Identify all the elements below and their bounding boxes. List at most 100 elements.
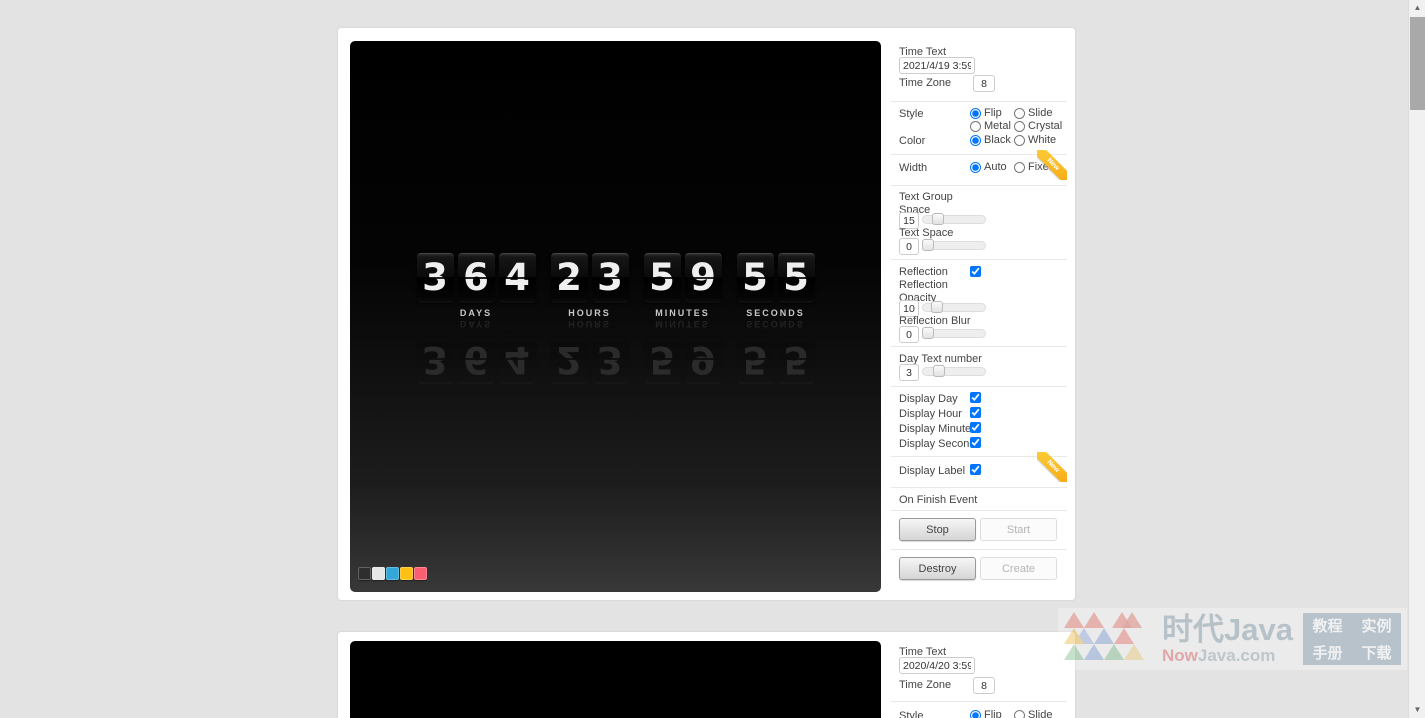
time-text-input[interactable] (899, 657, 975, 674)
text-space-slider[interactable] (922, 239, 986, 251)
style-slide-radio[interactable]: Slide (1014, 107, 1052, 119)
width-auto-radio[interactable]: Auto (970, 161, 1007, 173)
scroll-up-icon[interactable]: ▲ (1409, 0, 1425, 16)
flip-group-hours: 2 3 HOURS (550, 253, 629, 318)
display-second-checkbox[interactable] (970, 437, 981, 448)
scrollbar-thumb[interactable] (1410, 17, 1425, 110)
reflection-opacity-slider[interactable] (922, 301, 986, 313)
reflection-blur-input[interactable] (899, 326, 919, 343)
divider (891, 549, 1067, 550)
divider (891, 456, 1067, 457)
destroy-button[interactable]: Destroy (899, 557, 976, 580)
display-minute-checkbox[interactable] (970, 422, 981, 433)
watermark-link-manual[interactable]: 手册 (1312, 642, 1342, 663)
width-label: Width (899, 162, 928, 174)
width-fixed-radio[interactable]: Fixed (1014, 161, 1055, 173)
flip-label-reflection: HOURS (568, 319, 611, 329)
time-zone-label: Time Zone (899, 77, 952, 89)
swatch-white[interactable] (372, 567, 385, 580)
divider (891, 101, 1067, 102)
display-label-checkbox[interactable] (970, 464, 981, 475)
display-hour-label: Display Hour (899, 408, 962, 420)
style-flip-radio[interactable]: Flip (970, 709, 1002, 718)
display-second-label: Display Second (899, 438, 976, 450)
flip-digit: 5 (777, 253, 815, 303)
flip-label-reflection: DAYS (459, 319, 493, 329)
display-label-label: Display Label (899, 465, 966, 477)
style-flip-radio[interactable]: Flip (970, 107, 1002, 119)
slider-handle[interactable] (922, 239, 934, 251)
flip-clock-display-2 (350, 641, 881, 718)
display-day-checkbox[interactable] (970, 392, 981, 403)
reflection-checkbox[interactable] (970, 266, 981, 277)
flip-clock-row: 3 6 4 DAYS 2 3 HOURS 5 9 MINUTES 5 5 SEC… (350, 253, 881, 318)
style-slide-text: Slide (1028, 107, 1053, 119)
display-day-label: Display Day (899, 393, 958, 405)
slider-handle[interactable] (922, 327, 934, 339)
reflection-blur-slider[interactable] (922, 327, 986, 339)
text-group-space-slider[interactable] (922, 213, 986, 225)
slider-handle[interactable] (933, 365, 945, 377)
start-button[interactable]: Start (980, 518, 1057, 541)
settings-panel-2: Time Text Time Zone Style Flip Slide (891, 632, 1067, 718)
divider (891, 701, 1067, 702)
flip-group-label-hours: HOURS (568, 308, 611, 318)
divider (891, 259, 1067, 260)
flip-digit-reflection: 4 (498, 334, 536, 384)
watermark-link-tutorial[interactable]: 教程 (1312, 615, 1342, 636)
color-black-radio[interactable]: Black (970, 134, 1011, 146)
flip-digit-reflection: 6 (457, 334, 495, 384)
flip-digit-reflection: 3 (591, 334, 629, 384)
day-text-number-input[interactable] (899, 364, 919, 381)
color-white-radio[interactable]: White (1014, 134, 1056, 146)
style-flip-text: Flip (984, 107, 1002, 119)
swatch-blue[interactable] (386, 567, 399, 580)
day-text-number-slider[interactable] (922, 365, 986, 377)
swatch-black[interactable] (358, 567, 371, 580)
flip-group-seconds: 5 5 SECONDS (736, 253, 815, 318)
flip-label-reflection: SECONDS (746, 319, 805, 329)
display-minute-label: Display Minute (899, 423, 972, 435)
flip-group-label-days: DAYS (459, 308, 493, 318)
style-crystal-text: Crystal (1028, 120, 1063, 132)
width-auto-text: Auto (984, 161, 1007, 173)
watermark-link-examples[interactable]: 实例 (1361, 615, 1391, 636)
flip-digit-reflection: 5 (736, 334, 774, 384)
on-finish-event-label: On Finish Event (899, 494, 978, 506)
time-zone-input[interactable] (973, 75, 995, 92)
flip-group-label-seconds: SECONDS (746, 308, 805, 318)
nowjava-logo-icon (1064, 612, 1144, 660)
divider (891, 510, 1067, 511)
nowjava-watermark: 时代Java NowJava.com 教程 实例 手册 下载 (1058, 608, 1407, 670)
style-label: Style (899, 710, 924, 718)
stop-button[interactable]: Stop (899, 518, 976, 541)
divider (891, 386, 1067, 387)
flip-digit: 3 (416, 253, 454, 303)
watermark-link-download[interactable]: 下载 (1361, 642, 1391, 663)
slider-handle[interactable] (932, 213, 944, 225)
create-button[interactable]: Create (980, 557, 1057, 580)
swatch-pink[interactable] (414, 567, 427, 580)
swatch-yellow[interactable] (400, 567, 413, 580)
flip-digit: 9 (684, 253, 722, 303)
width-fixed-text: Fixed (1028, 161, 1055, 173)
vertical-scrollbar[interactable]: ▲ ▼ (1408, 0, 1425, 718)
flip-digit-reflection: 5 (777, 334, 815, 384)
scroll-down-icon[interactable]: ▼ (1409, 702, 1425, 718)
style-flip-text: Flip (984, 709, 1002, 718)
style-metal-text: Metal (984, 120, 1011, 132)
style-slide-radio[interactable]: Slide (1014, 709, 1052, 718)
style-slide-text: Slide (1028, 709, 1053, 718)
slider-handle[interactable] (931, 301, 943, 313)
display-hour-checkbox[interactable] (970, 407, 981, 418)
watermark-subtitle: NowJava.com (1162, 646, 1293, 665)
time-text-input[interactable] (899, 57, 975, 74)
time-zone-input[interactable] (973, 677, 995, 694)
text-space-input[interactable] (899, 238, 919, 255)
watermark-title: 时代Java (1162, 611, 1293, 647)
flip-label-reflection: MINUTES (655, 319, 710, 329)
style-metal-radio[interactable]: Metal (970, 120, 1011, 132)
flip-digit: 6 (457, 253, 495, 303)
flip-group-label-minutes: MINUTES (655, 308, 710, 318)
style-crystal-radio[interactable]: Crystal (1014, 120, 1062, 132)
